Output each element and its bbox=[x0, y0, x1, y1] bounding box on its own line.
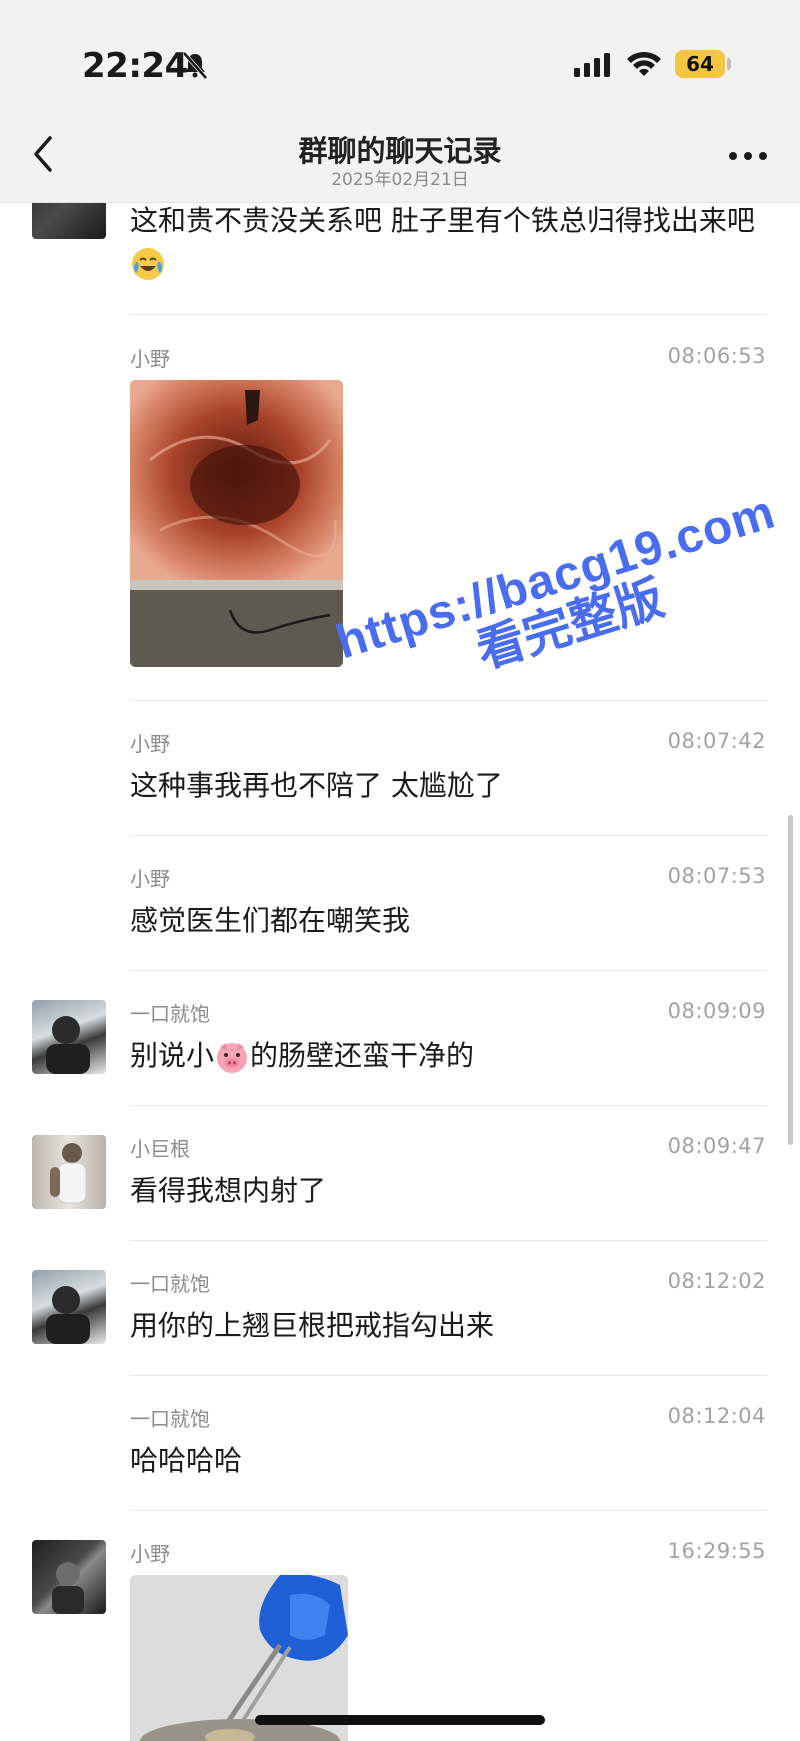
message-time: 08:07:53 bbox=[667, 864, 766, 888]
divider bbox=[130, 835, 767, 836]
avatar[interactable] bbox=[32, 1540, 106, 1614]
sender-name: 一口就饱 bbox=[130, 1407, 210, 1431]
message-time: 08:12:04 bbox=[667, 1404, 766, 1428]
message-text: 哈哈哈哈 bbox=[130, 1444, 243, 1477]
message-time: 08:06:53 bbox=[667, 344, 766, 368]
sender-name: 小野 bbox=[130, 1542, 170, 1566]
sender-name: 一口就饱 bbox=[130, 1002, 210, 1026]
home-indicator[interactable] bbox=[255, 1715, 545, 1725]
endoscopy-image bbox=[130, 380, 343, 667]
crying-laughing-emoji-icon bbox=[132, 248, 164, 280]
message-text: 别说小 的肠壁还蛮干净的 bbox=[130, 1035, 770, 1077]
sender-name: 小野 bbox=[130, 867, 170, 891]
sender-name: 小巨根 bbox=[130, 1137, 190, 1161]
watermark-overlay: https://bacg19.com 看完整版 bbox=[300, 478, 800, 726]
divider bbox=[130, 1375, 767, 1376]
divider bbox=[130, 314, 767, 315]
sender-name: 一口就饱 bbox=[130, 1272, 210, 1296]
divider bbox=[130, 700, 767, 701]
message-text-content: 这和贵不贵没关系吧 肚子里有个铁总归得找出来吧 bbox=[130, 204, 755, 237]
avatar-image bbox=[52, 1562, 84, 1614]
avatar-image bbox=[46, 1016, 90, 1074]
bell-muted-icon bbox=[182, 51, 208, 80]
avatar[interactable] bbox=[32, 1135, 106, 1209]
endoscopy-photo[interactable] bbox=[130, 380, 343, 667]
cellular-signal-icon bbox=[574, 53, 610, 77]
divider bbox=[130, 970, 767, 971]
message-time: 08:09:09 bbox=[667, 999, 766, 1023]
battery-indicator: 64 bbox=[675, 50, 725, 78]
message-text: 这种事我再也不陪了 太尴尬了 bbox=[130, 769, 503, 802]
divider bbox=[130, 1510, 767, 1511]
message-text-part: 的肠壁还蛮干净的 bbox=[250, 1039, 475, 1072]
avatar-image bbox=[46, 1286, 90, 1344]
status-time: 22:24 bbox=[82, 46, 188, 86]
divider bbox=[130, 1240, 767, 1241]
message-time: 16:29:55 bbox=[667, 1539, 766, 1563]
top-bar: 22:24 64 群聊的聊天记录 2025年02月21日 bbox=[0, 0, 800, 203]
sender-name: 小野 bbox=[130, 732, 170, 756]
page-title: 群聊的聊天记录 bbox=[298, 134, 502, 168]
avatar-image bbox=[50, 1143, 87, 1204]
scrollbar[interactable] bbox=[788, 815, 793, 1145]
message-time: 08:09:47 bbox=[667, 1134, 766, 1158]
battery-nub bbox=[727, 58, 731, 70]
message-text: 这和贵不贵没关系吧 肚子里有个铁总归得找出来吧 bbox=[130, 200, 770, 284]
message-text: 用你的上翘巨根把戒指勾出来 bbox=[130, 1309, 495, 1342]
wifi-icon bbox=[627, 51, 661, 76]
divider bbox=[130, 1105, 767, 1106]
page-date: 2025年02月21日 bbox=[331, 170, 469, 190]
message-time: 08:12:02 bbox=[667, 1269, 766, 1293]
message-text: 看得我想内射了 bbox=[130, 1174, 327, 1207]
message-time: 08:07:42 bbox=[667, 729, 766, 753]
message-text-part: 别说小 bbox=[130, 1039, 215, 1072]
avatar[interactable] bbox=[32, 1000, 106, 1074]
sender-name: 小野 bbox=[130, 347, 170, 371]
avatar[interactable] bbox=[32, 1270, 106, 1344]
message-text: 感觉医生们都在嘲笑我 bbox=[130, 904, 411, 937]
pig-face-emoji-icon bbox=[217, 1043, 248, 1073]
more-options-icon[interactable] bbox=[727, 150, 769, 162]
